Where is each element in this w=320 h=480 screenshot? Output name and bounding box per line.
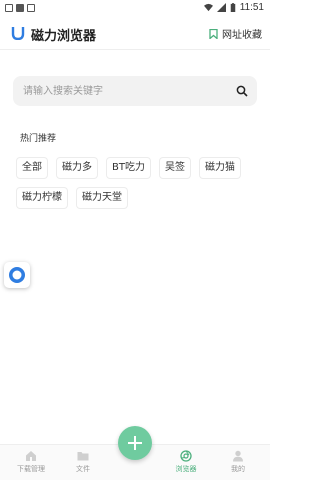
tag-cili-mao[interactable]: 磁力猫 — [198, 157, 241, 179]
tag-all[interactable]: 全部 — [16, 157, 48, 179]
battery-icon — [230, 3, 235, 12]
nav-label: 我的 — [231, 465, 245, 473]
notification-icon — [5, 4, 13, 12]
floating-ball-button[interactable] — [4, 262, 30, 288]
nav-label: 浏览器 — [175, 465, 197, 473]
tag-cili-duo[interactable]: 磁力多 — [56, 157, 98, 179]
add-button[interactable] — [118, 426, 152, 460]
tag-bt-chili[interactable]: BT吃力 — [106, 157, 151, 179]
tag-wuqian[interactable]: 吴签 — [158, 157, 191, 179]
notification-icon — [27, 4, 35, 12]
app-logo-icon — [11, 27, 25, 40]
signal-icon — [216, 3, 226, 12]
hot-tags: 全部 磁力多 BT吃力 吴签 磁力猫 磁力柠檬 磁力天堂 — [16, 157, 256, 209]
wifi-icon — [203, 3, 213, 12]
plus-icon — [128, 436, 142, 450]
nav-mine[interactable]: 我的 — [213, 450, 263, 474]
person-icon — [233, 450, 243, 462]
home-icon — [26, 451, 36, 461]
browser-icon — [180, 450, 192, 462]
hot-recommend-title: 热门推荐 — [20, 134, 57, 144]
status-bar: 11:51 — [0, 0, 270, 16]
app-title: 磁力浏览器 — [31, 29, 97, 44]
search-box[interactable] — [13, 76, 257, 106]
tag-cili-ningmeng[interactable]: 磁力柠檬 — [16, 187, 68, 209]
nav-downloads[interactable]: 下载管理 — [6, 450, 56, 474]
app-header: 磁力浏览器 网址收藏 — [0, 16, 270, 50]
bookmarks-label: 网址收藏 — [222, 30, 262, 41]
nav-label: 文件 — [76, 465, 90, 473]
nav-label: 下载管理 — [17, 465, 45, 473]
clock: 11:51 — [239, 2, 264, 13]
bookmark-icon — [209, 28, 218, 39]
nav-browser[interactable]: 浏览器 — [161, 450, 211, 474]
notification-icon — [16, 4, 24, 12]
bookmarks-button[interactable]: 网址收藏 — [209, 26, 262, 41]
tag-cili-tiantang[interactable]: 磁力天堂 — [76, 187, 128, 209]
nav-files[interactable]: 文件 — [58, 450, 108, 474]
floating-ball-icon — [9, 267, 25, 283]
folder-icon — [77, 452, 89, 461]
notification-icons — [5, 4, 35, 12]
search-input[interactable] — [23, 76, 223, 106]
search-icon[interactable] — [236, 85, 248, 97]
